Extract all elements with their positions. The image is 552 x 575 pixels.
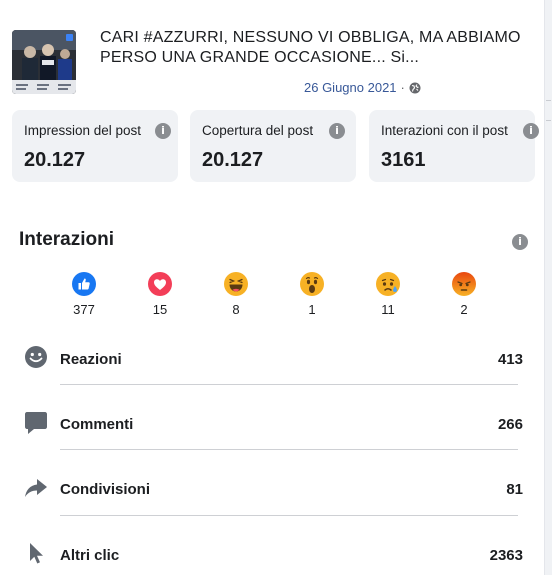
reaction-love: 15: [140, 272, 180, 317]
angry-icon: [452, 272, 476, 296]
interactions-title: Interazioni: [19, 229, 115, 250]
love-icon: [148, 272, 172, 296]
metric-row-shares: Condivisioni 81: [22, 474, 526, 510]
globe-icon: [409, 82, 421, 93]
post-photo-thumbnail[interactable]: [12, 30, 76, 94]
reaction-sad: 11: [368, 272, 408, 317]
smiley-icon: [25, 346, 47, 368]
reaction-count: 15: [152, 302, 168, 317]
divider: [60, 449, 518, 450]
metric-value: 2363: [489, 547, 523, 564]
reaction-count: 11: [381, 302, 395, 317]
reaction-wow: 1: [292, 272, 332, 317]
share-icon: [25, 479, 47, 497]
info-icon[interactable]: i: [512, 234, 528, 250]
cursor-icon: [30, 543, 43, 564]
stat-label: Impression del post: [24, 123, 142, 138]
reaction-count: 377: [73, 302, 95, 317]
metric-value: 413: [497, 351, 523, 368]
scrollbar-tick: [546, 100, 551, 101]
haha-icon: [224, 272, 248, 296]
reaction-count: 8: [232, 302, 240, 317]
metric-label: Condivisioni: [60, 481, 150, 498]
reaction-haha: 8: [216, 272, 256, 317]
sad-icon: [376, 272, 400, 296]
reaction-like: 377: [64, 272, 104, 317]
scrollbar-tick: [546, 120, 551, 121]
metric-value: 81: [506, 481, 523, 498]
comment-icon: [25, 412, 47, 434]
divider: [60, 515, 518, 516]
reaction-angry: 2: [444, 272, 484, 317]
like-icon: [72, 272, 96, 296]
post-date[interactable]: 26 Giugno 2021: [304, 80, 397, 95]
stat-card-reach: Copertura del post i 20.127: [190, 110, 356, 182]
metric-label: Commenti: [60, 416, 134, 433]
metric-label: Altri clic: [60, 547, 120, 564]
metric-value: 266: [497, 416, 523, 433]
info-icon[interactable]: i: [523, 123, 539, 139]
info-icon[interactable]: i: [155, 123, 171, 139]
metric-label: Reazioni: [60, 351, 122, 368]
wow-icon: [300, 272, 324, 296]
post-title[interactable]: CARI #AZZURRI, NESSUNO VI OBBLIGA, MA AB…: [100, 28, 530, 68]
divider: [60, 384, 518, 385]
reaction-count: 1: [308, 302, 316, 317]
stat-value: 20.127: [202, 149, 264, 171]
info-icon[interactable]: i: [329, 123, 345, 139]
reaction-count: 2: [460, 302, 468, 317]
stat-value: 3161: [381, 149, 426, 171]
stat-label: Copertura del post: [202, 123, 314, 138]
stat-label: Interazioni con il post: [381, 123, 508, 138]
page-scrollbar[interactable]: [544, 0, 552, 575]
stat-value: 20.127: [24, 149, 86, 171]
post-header[interactable]: CARI #AZZURRI, NESSUNO VI OBBLIGA, MA AB…: [12, 26, 538, 98]
stat-card-engagement: Interazioni con il post i 3161: [369, 110, 539, 182]
post-meta: 26 Giugno 2021 ·: [304, 80, 421, 95]
post-photo-image: [12, 30, 76, 94]
metric-row-other-clicks: Altri clic 2363: [22, 540, 526, 575]
metric-row-comments: Commenti 266: [22, 409, 526, 445]
meta-separator: ·: [400, 80, 405, 95]
metric-row-reactions: Reazioni 413: [22, 344, 526, 380]
stat-card-impressions: Impression del post i 20.127: [12, 110, 178, 182]
